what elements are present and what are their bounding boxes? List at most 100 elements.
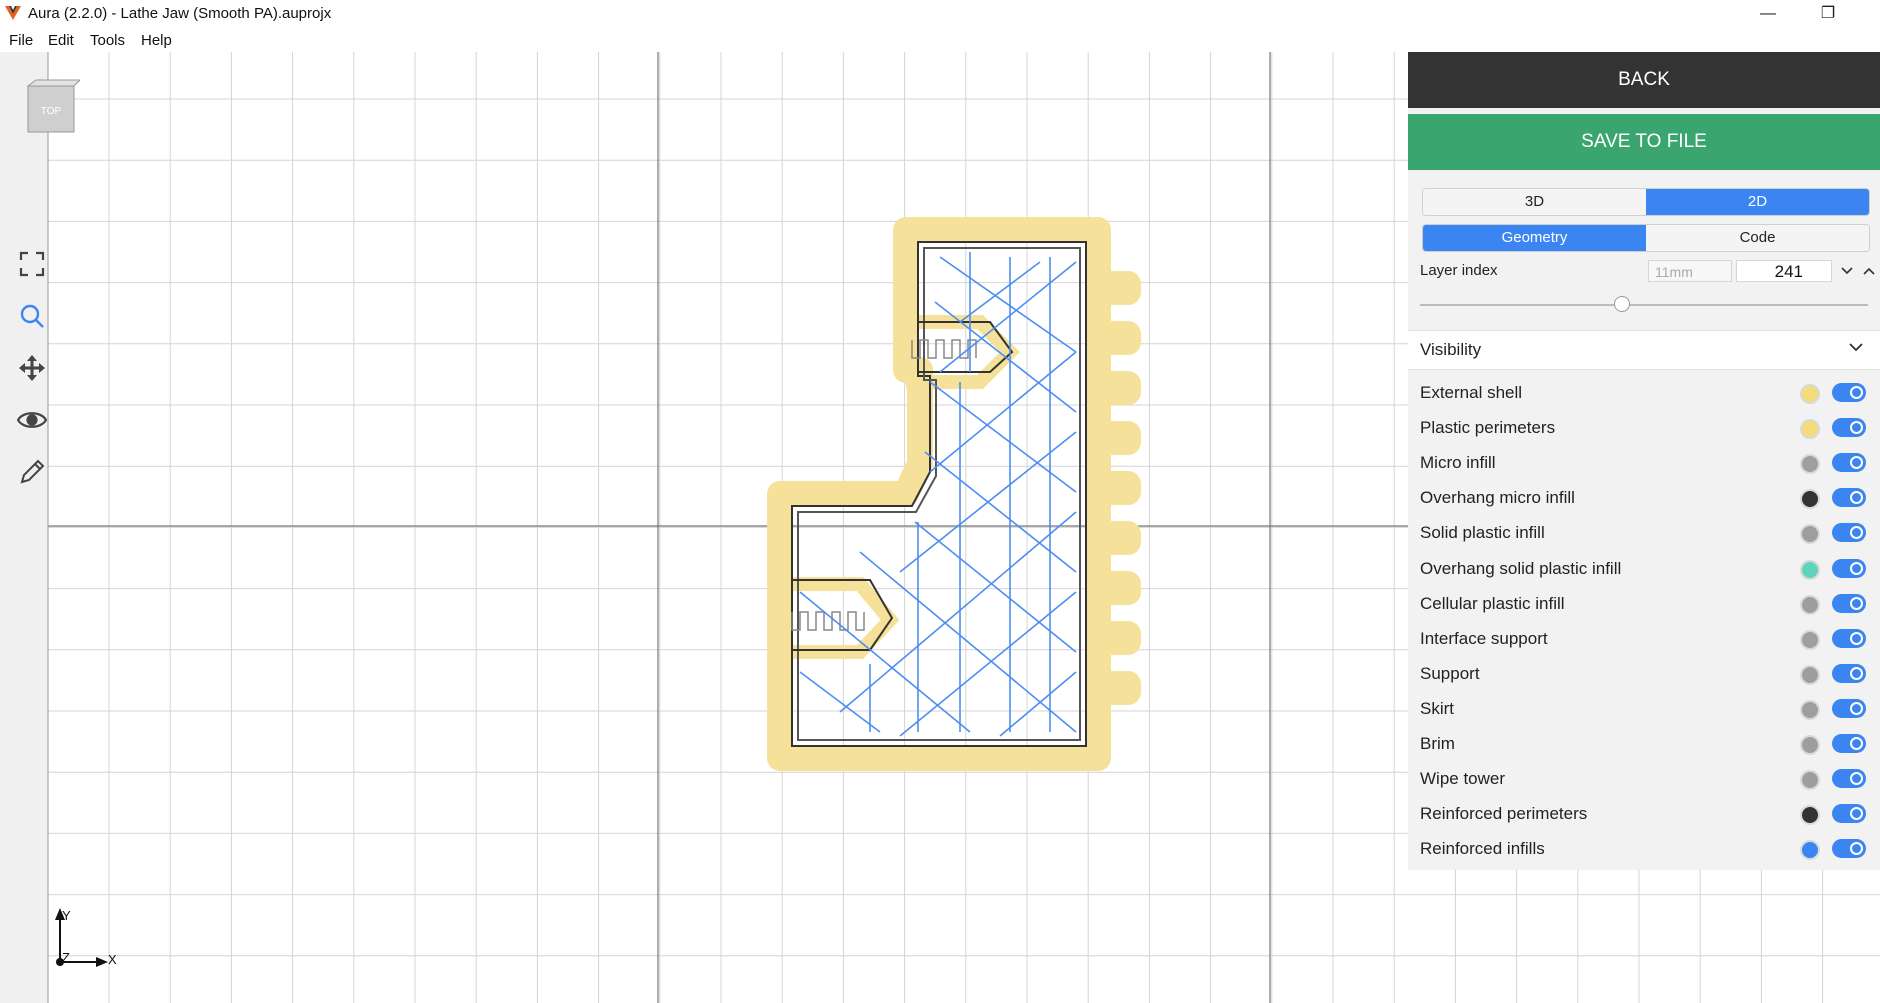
color-swatch[interactable] (1800, 559, 1820, 580)
tab-3d[interactable]: 3D (1423, 189, 1646, 215)
layer-down-button[interactable] (1836, 260, 1858, 282)
view-cube[interactable]: TOP (24, 78, 80, 134)
visibility-toggle[interactable] (1832, 663, 1866, 683)
visibility-label: Cellular plastic infill (1420, 593, 1565, 613)
color-swatch[interactable] (1800, 489, 1820, 510)
visibility-toggle[interactable] (1832, 418, 1866, 438)
minimize-button[interactable]: — (1745, 0, 1791, 28)
menu-tools[interactable]: Tools (90, 32, 125, 49)
color-swatch[interactable] (1800, 699, 1820, 720)
visibility-header[interactable]: Visibility (1408, 330, 1880, 370)
toggle-knob (1850, 737, 1863, 750)
visibility-label: Reinforced perimeters (1420, 804, 1588, 824)
maximize-button[interactable]: ❐ (1805, 0, 1851, 28)
toggle-knob (1850, 701, 1863, 715)
color-swatch[interactable] (1800, 594, 1820, 615)
save-to-file-button[interactable]: SAVE TO FILE (1408, 114, 1880, 170)
toggle-knob (1850, 491, 1863, 505)
view-mode-toggle: 3D 2D (1422, 188, 1870, 216)
menu-edit[interactable]: Edit (48, 32, 74, 49)
menu-bar: File Edit Tools Help (0, 28, 1880, 52)
view-cube-label: TOP (41, 106, 62, 117)
layer-index-label: Layer index (1420, 262, 1498, 279)
color-swatch[interactable] (1800, 805, 1820, 826)
visibility-toggle[interactable] (1832, 383, 1866, 402)
visibility-row-micro-infill: Micro infill (1408, 448, 1880, 477)
fit-view-icon[interactable] (16, 248, 48, 280)
toggle-knob (1850, 666, 1863, 680)
visibility-row-reinforced-perimeters: Reinforced perimeters (1408, 799, 1880, 828)
menu-help[interactable]: Help (141, 32, 172, 49)
axis-y-label: Y (62, 908, 71, 923)
layer-slider-thumb[interactable] (1613, 296, 1630, 312)
visibility-toggle[interactable] (1832, 839, 1866, 859)
title-bar: Aura (2.2.0) - Lathe Jaw (Smooth PA).aup… (0, 0, 1880, 28)
visibility-row-external-shell: External shell (1408, 378, 1880, 407)
toggle-knob (1850, 456, 1863, 470)
toggle-knob (1850, 842, 1863, 856)
visibility-toggle[interactable] (1832, 488, 1866, 508)
color-swatch[interactable] (1800, 770, 1820, 791)
zoom-icon[interactable] (16, 300, 48, 332)
color-swatch[interactable] (1800, 384, 1820, 404)
move-icon[interactable] (16, 352, 48, 384)
layer-height-field: 11mm (1648, 260, 1732, 282)
visibility-toggle[interactable] (1832, 698, 1866, 718)
visibility-toggle[interactable] (1832, 769, 1866, 789)
visibility-label: Overhang solid plastic infill (1420, 558, 1622, 578)
visibility-row-brim: Brim (1408, 729, 1880, 758)
visibility-label: External shell (1420, 383, 1523, 402)
tab-geometry[interactable]: Geometry (1423, 225, 1646, 251)
visibility-toggle[interactable] (1832, 558, 1866, 578)
visibility-row-support: Support (1408, 659, 1880, 688)
layer-up-button[interactable] (1858, 260, 1880, 282)
visibility-toggle[interactable] (1832, 734, 1866, 753)
menu-file[interactable]: File (9, 32, 33, 49)
color-swatch[interactable] (1800, 629, 1820, 650)
visibility-row-interface-support: Interface support (1408, 624, 1880, 653)
visibility-title: Visibility (1420, 340, 1482, 359)
toggle-knob (1850, 772, 1863, 786)
color-swatch[interactable] (1800, 454, 1820, 475)
visibility-toggle[interactable] (1832, 453, 1866, 473)
visibility-row-wipe-tower: Wipe tower (1408, 764, 1880, 793)
app-logo-icon (5, 6, 21, 20)
layer-index-input[interactable]: 241 (1736, 260, 1832, 282)
tab-code[interactable]: Code (1646, 225, 1869, 251)
chevron-down-icon (1849, 343, 1863, 352)
visibility-row-overhang-micro-infill: Overhang micro infill (1408, 483, 1880, 512)
visibility-row-reinforced-infills: Reinforced infills (1408, 834, 1880, 863)
window-title: Aura (2.2.0) - Lathe Jaw (Smooth PA).aup… (28, 5, 332, 22)
visibility-toggle[interactable] (1832, 628, 1866, 648)
tab-2d[interactable]: 2D (1646, 189, 1869, 215)
visibility-label: Overhang micro infill (1420, 488, 1575, 508)
visibility-label: Interface support (1420, 628, 1548, 648)
visibility-row-skirt: Skirt (1408, 694, 1880, 723)
content-mode-toggle: Geometry Code (1422, 224, 1870, 252)
color-swatch[interactable] (1800, 840, 1820, 861)
color-swatch[interactable] (1800, 419, 1820, 440)
toggle-knob (1850, 596, 1863, 610)
visibility-label: Solid plastic infill (1420, 523, 1545, 543)
color-swatch[interactable] (1800, 524, 1820, 545)
visibility-toggle[interactable] (1832, 523, 1866, 543)
color-swatch[interactable] (1800, 664, 1820, 685)
toggle-knob (1850, 561, 1863, 575)
toolpath-preview (767, 217, 1141, 771)
back-button[interactable]: BACK (1408, 52, 1880, 108)
visibility-icon[interactable] (16, 404, 48, 436)
visibility-row-cellular-plastic-infill: Cellular plastic infill (1408, 589, 1880, 618)
toggle-knob (1850, 631, 1863, 645)
visibility-label: Plastic perimeters (1420, 418, 1556, 438)
toggle-knob (1850, 807, 1863, 821)
pencil-icon[interactable] (16, 456, 48, 488)
visibility-toggle[interactable] (1832, 593, 1866, 613)
visibility-label: Support (1420, 663, 1480, 683)
preview-panel: BACK SAVE TO FILE 3D 2D Geometry Code La… (1408, 52, 1880, 870)
color-swatch[interactable] (1800, 735, 1820, 755)
toggle-knob (1850, 386, 1863, 399)
visibility-toggle[interactable] (1832, 804, 1866, 824)
layer-slider-track[interactable] (1420, 304, 1868, 306)
toggle-knob (1850, 526, 1863, 540)
visibility-row-overhang-solid-plastic-infill: Overhang solid plastic infill (1408, 554, 1880, 583)
